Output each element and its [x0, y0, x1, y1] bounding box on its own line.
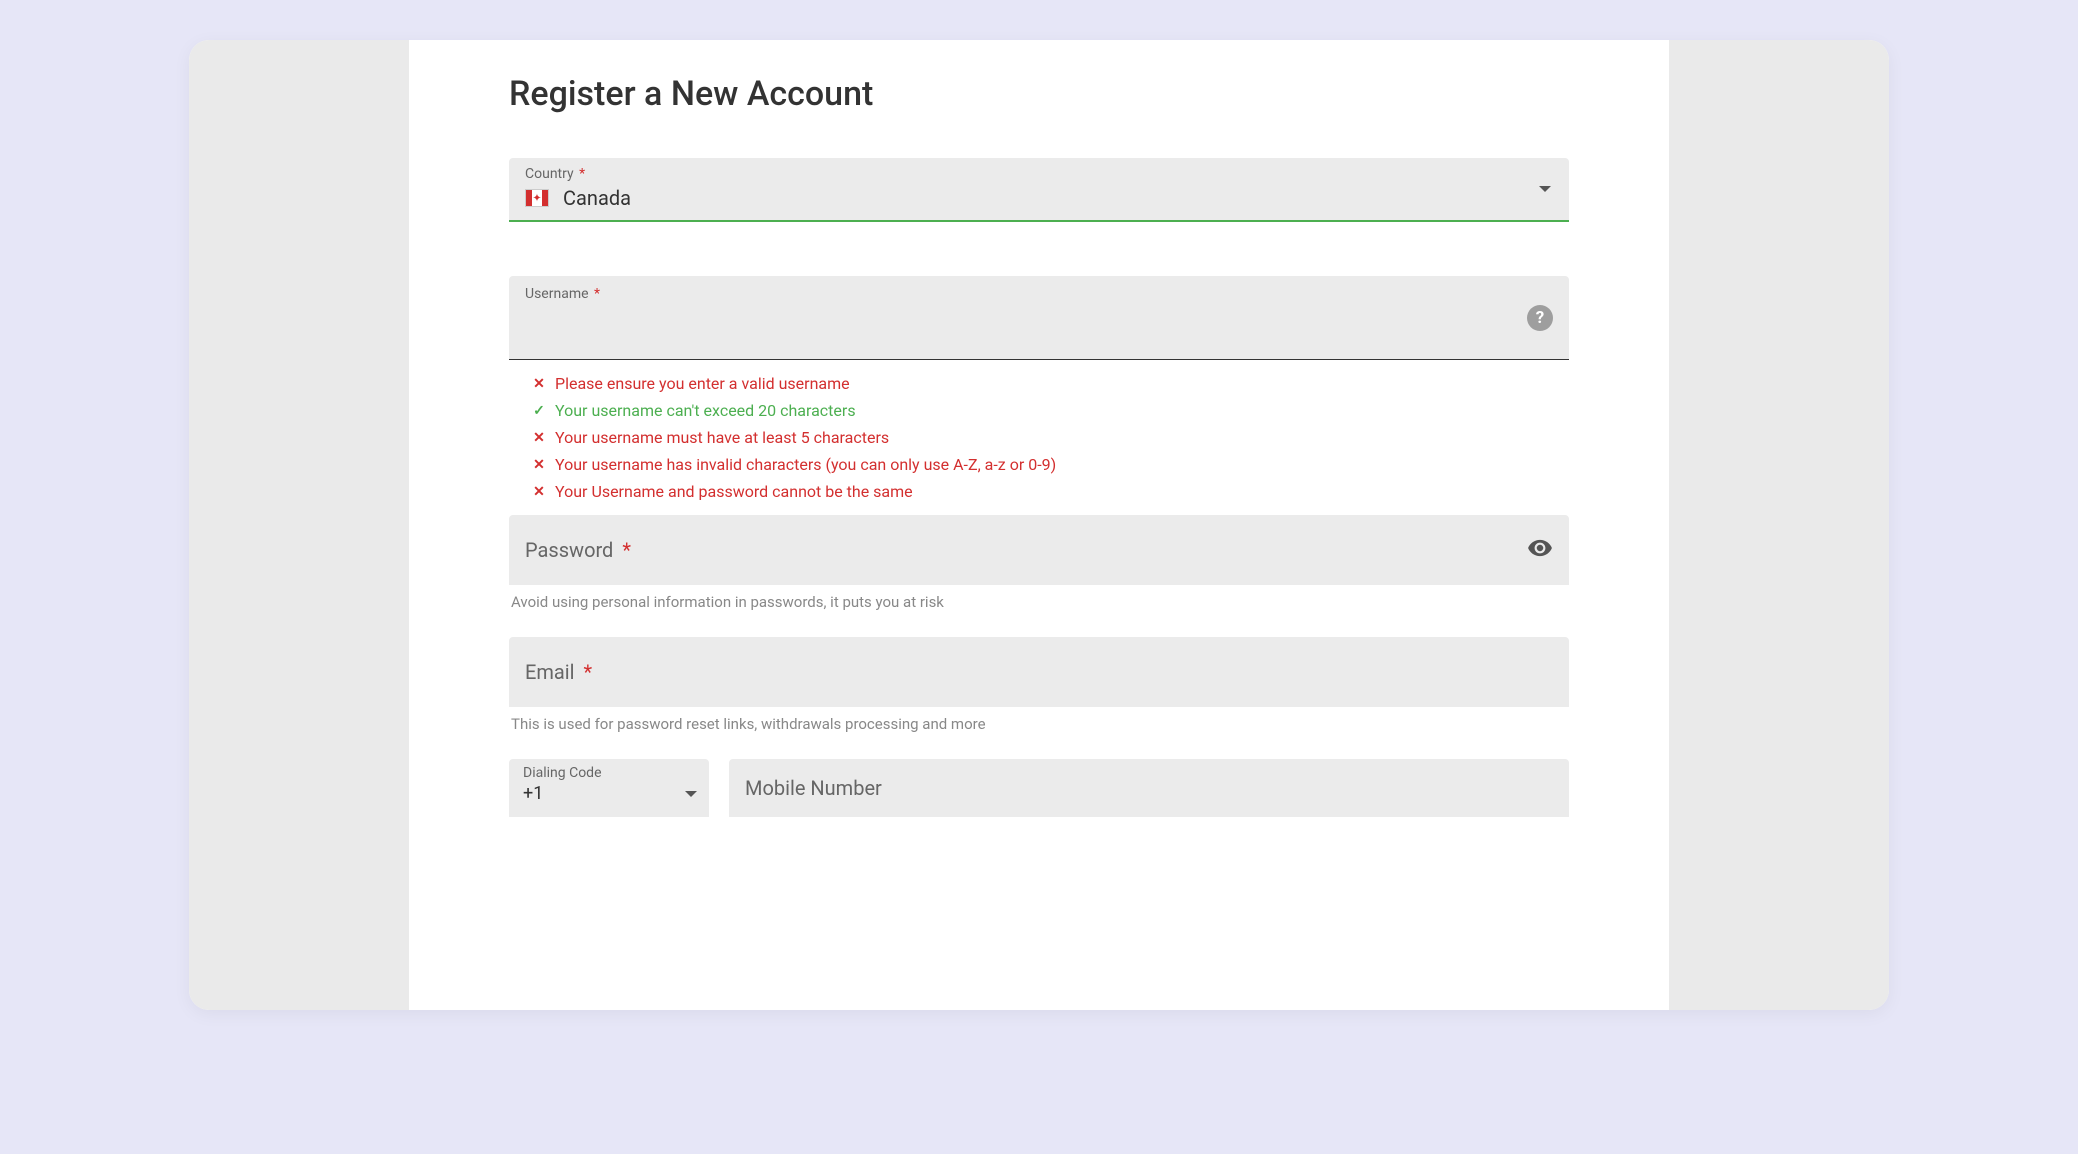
email-input[interactable]: Email *	[509, 637, 1569, 707]
dialing-code-value: +1	[523, 783, 695, 804]
username-label-text: Username	[525, 286, 589, 302]
canada-flag-icon: ✦	[525, 189, 549, 207]
form-panel: Register a New Account Country * ✦ Canad…	[409, 40, 1669, 1010]
x-icon: ✕	[529, 457, 549, 473]
required-asterisk: *	[583, 660, 592, 684]
validation-item: ✕ Your Username and password cannot be th…	[529, 482, 1569, 501]
password-label: Password *	[525, 538, 631, 562]
validation-text: Your username can't exceed 20 characters	[555, 401, 856, 420]
email-label: Email *	[525, 660, 592, 684]
registration-card: Register a New Account Country * ✦ Canad…	[189, 40, 1889, 1010]
validation-item: ✕ Your username has invalid characters (y…	[529, 455, 1569, 474]
password-helper: Avoid using personal information in pass…	[511, 593, 1567, 611]
username-label: Username *	[525, 286, 1553, 302]
eye-icon[interactable]	[1527, 535, 1553, 565]
validation-text: Your username has invalid characters (yo…	[555, 455, 1056, 474]
username-validation-list: ✕ Please ensure you enter a valid usernam…	[529, 374, 1569, 501]
password-label-text: Password	[525, 538, 613, 562]
username-input[interactable]: Username * ?	[509, 276, 1569, 360]
x-icon: ✕	[529, 484, 549, 500]
validation-item: ✕ Your username must have at least 5 char…	[529, 428, 1569, 447]
required-asterisk: *	[622, 538, 631, 562]
email-helper: This is used for password reset links, w…	[511, 715, 1567, 733]
help-icon[interactable]: ?	[1527, 305, 1553, 331]
right-gutter	[1669, 40, 1889, 1010]
validation-item: ✕ Please ensure you enter a valid usernam…	[529, 374, 1569, 393]
country-name: Canada	[563, 186, 631, 210]
required-asterisk: *	[579, 166, 585, 182]
validation-text: Your username must have at least 5 chara…	[555, 428, 889, 447]
chevron-down-icon	[685, 791, 697, 797]
country-select[interactable]: Country * ✦ Canada	[509, 158, 1569, 222]
password-input[interactable]: Password *	[509, 515, 1569, 585]
phone-row: Dialing Code +1 Mobile Number	[509, 759, 1569, 823]
mobile-number-input[interactable]: Mobile Number	[729, 759, 1569, 817]
validation-text: Your Username and password cannot be the…	[555, 482, 913, 501]
dialing-code-label: Dialing Code	[523, 765, 695, 781]
country-value: ✦ Canada	[525, 186, 1553, 210]
chevron-down-icon	[1539, 186, 1551, 192]
country-label: Country *	[525, 166, 1553, 182]
dialing-code-select[interactable]: Dialing Code +1	[509, 759, 709, 817]
required-asterisk: *	[594, 286, 600, 302]
email-label-text: Email	[525, 660, 575, 684]
validation-text: Please ensure you enter a valid username	[555, 374, 850, 393]
page-title: Register a New Account	[509, 74, 1569, 114]
validation-item: ✓ Your username can't exceed 20 character…	[529, 401, 1569, 420]
check-icon: ✓	[529, 403, 549, 419]
x-icon: ✕	[529, 430, 549, 446]
mobile-label: Mobile Number	[745, 776, 882, 800]
left-gutter	[189, 40, 409, 1010]
country-label-text: Country	[525, 166, 574, 182]
x-icon: ✕	[529, 376, 549, 392]
